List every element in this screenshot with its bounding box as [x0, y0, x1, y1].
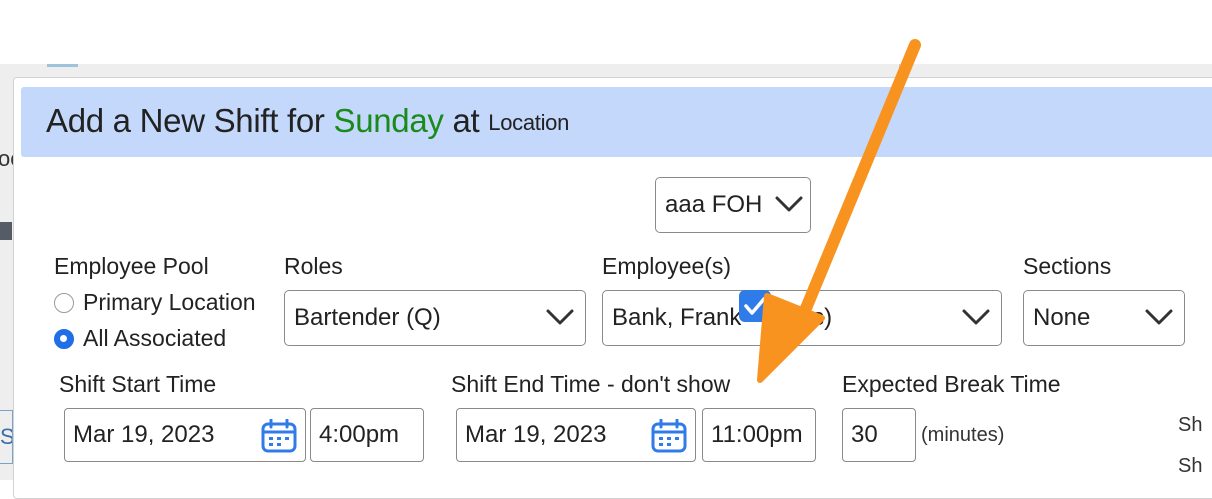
calendar-icon[interactable] [651, 419, 687, 453]
chevron-down-icon [1145, 309, 1173, 325]
dont-show-checkbox[interactable] [739, 290, 771, 322]
location-select[interactable]: aaa FOH [655, 177, 811, 233]
location-label: Location [488, 110, 570, 135]
shift-end-label: Shift End Time - don't show [451, 371, 731, 397]
employees-label: Employee(s) [602, 253, 732, 279]
chevron-down-icon [546, 309, 574, 325]
roles-value: Bartender (Q) [294, 304, 441, 331]
checkmark-icon [744, 297, 766, 315]
background-block [0, 222, 12, 240]
radio-all-associated[interactable]: All Associated [54, 325, 226, 352]
break-unit: (minutes) [921, 424, 1005, 446]
shift-start-label: Shift Start Time [59, 371, 217, 397]
calendar-icon[interactable] [261, 419, 297, 453]
background-text-fragment: Sh [1178, 455, 1203, 477]
shift-end-date-input[interactable]: Mar 19, 2023 [456, 408, 696, 462]
shift-start-date-input[interactable]: Mar 19, 2023 [64, 408, 306, 462]
title-at: at [452, 102, 480, 139]
background-text-fragment: Sh [1178, 414, 1203, 436]
shift-end-time-input[interactable]: 11:00pm [702, 408, 816, 462]
sections-select[interactable]: None [1023, 290, 1185, 346]
title-prefix: Add a New Shift for [46, 102, 325, 139]
radio-label: Primary Location [83, 289, 256, 315]
shift-start-time-input[interactable]: 4:00pm [310, 408, 424, 462]
modal-title: Add a New Shift for Sunday at Location [46, 102, 569, 140]
active-tab-indicator [47, 64, 78, 67]
roles-label: Roles [284, 253, 343, 279]
sections-value: None [1033, 304, 1091, 331]
title-day: Sunday [333, 102, 444, 139]
radio-label: All Associated [83, 325, 227, 351]
shift-start-date-value: Mar 19, 2023 [73, 421, 215, 448]
shift-start-time-value: 4:00pm [319, 421, 400, 448]
break-value: 30 [851, 421, 878, 448]
location-value: aaa FOH [665, 191, 763, 218]
background-button-fragment: S [0, 410, 13, 464]
employee-pool-label: Employee Pool [54, 253, 209, 279]
shift-end-date-value: Mar 19, 2023 [465, 421, 607, 448]
break-label: Expected Break Time [842, 371, 1061, 397]
chevron-down-icon [775, 196, 803, 212]
radio-primary-location[interactable]: Primary Location [54, 289, 256, 316]
employees-select[interactable]: Bank, Frank - (0 hrs) [602, 290, 1002, 346]
sections-label: Sections [1023, 253, 1112, 279]
chevron-down-icon [962, 309, 990, 325]
radio-button-selected[interactable] [54, 328, 74, 349]
employees-value: Bank, Frank - (0 hrs) [612, 304, 833, 331]
radio-button[interactable] [54, 292, 74, 313]
roles-select[interactable]: Bartender (Q) [284, 290, 586, 346]
shift-end-time-value: 11:00pm [711, 421, 803, 448]
break-input[interactable]: 30 [842, 408, 916, 462]
